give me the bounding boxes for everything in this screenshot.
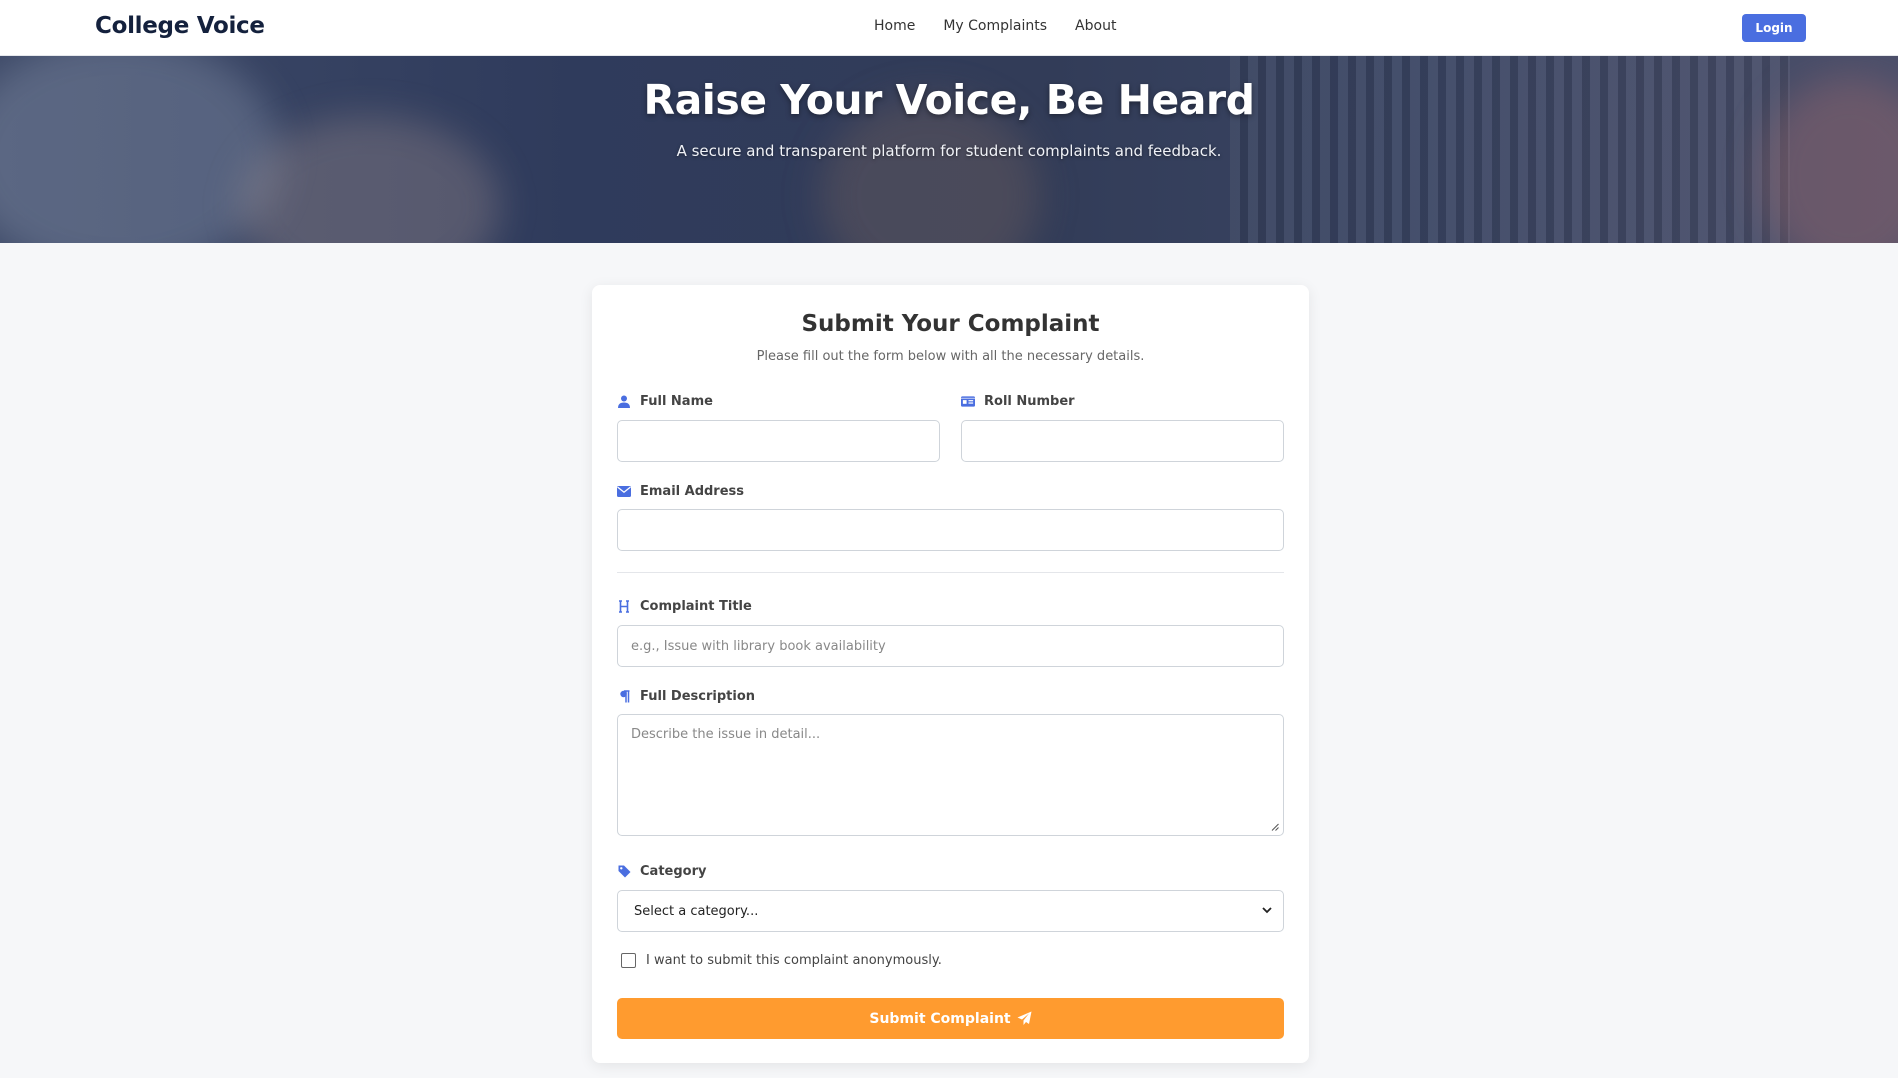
nav-links: Home My Complaints About xyxy=(874,18,1144,34)
email-label-text: Email Address xyxy=(640,484,745,499)
form-title: Submit Your Complaint xyxy=(801,311,1100,337)
brand-logo[interactable]: College Voice xyxy=(95,13,265,39)
chevron-down-icon xyxy=(1262,907,1272,914)
section-divider xyxy=(617,572,1284,573)
anonymous-checkbox[interactable] xyxy=(621,953,636,968)
category-selected-value: Select a category... xyxy=(634,903,759,919)
anonymous-label[interactable]: I want to submit this complaint anonymou… xyxy=(646,953,942,968)
form-subtitle: Please fill out the form below with all … xyxy=(756,349,1145,364)
nav-link-my-complaints[interactable]: My Complaints xyxy=(943,18,1047,34)
tag-icon xyxy=(617,865,631,879)
category-select[interactable]: Select a category... xyxy=(617,890,1284,932)
complaint-title-label-text: Complaint Title xyxy=(640,599,752,614)
nav-link-about[interactable]: About xyxy=(1075,18,1116,34)
paragraph-icon xyxy=(617,690,631,704)
heading-icon xyxy=(617,600,631,614)
email-label: Email Address xyxy=(617,484,744,499)
description-placeholder: Describe the issue in detail... xyxy=(631,727,821,742)
complaint-title-label: Complaint Title xyxy=(617,599,752,614)
submit-button-label: Submit Complaint xyxy=(869,1010,1011,1027)
roll-number-label-text: Roll Number xyxy=(984,394,1075,409)
complaint-title-input[interactable]: e.g., Issue with library book availabili… xyxy=(617,625,1284,667)
hero-title: Raise Your Voice, Be Heard xyxy=(643,76,1255,124)
complaint-form-card: Submit Your Complaint Please fill out th… xyxy=(592,285,1309,1063)
hero-subtitle: A secure and transparent platform for st… xyxy=(676,142,1222,160)
full-name-label-text: Full Name xyxy=(640,394,713,409)
category-label-text: Category xyxy=(640,864,707,879)
full-name-input[interactable] xyxy=(617,420,940,462)
login-button[interactable]: Login xyxy=(1742,14,1806,42)
nav-link-home[interactable]: Home xyxy=(874,18,915,34)
roll-number-label: Roll Number xyxy=(961,394,1075,409)
envelope-icon xyxy=(617,485,631,499)
submit-complaint-button[interactable]: Submit Complaint xyxy=(617,998,1284,1039)
full-name-label: Full Name xyxy=(617,394,713,409)
id-card-icon xyxy=(961,395,975,409)
category-label: Category xyxy=(617,864,706,879)
anonymous-row: I want to submit this complaint anonymou… xyxy=(621,953,942,968)
paper-plane-icon xyxy=(1017,1011,1032,1025)
hero-banner: Raise Your Voice, Be Heard A secure and … xyxy=(0,56,1898,243)
description-label-text: Full Description xyxy=(640,689,756,704)
navbar: College Voice Home My Complaints About L… xyxy=(0,0,1898,56)
roll-number-input[interactable] xyxy=(961,420,1284,462)
user-icon xyxy=(617,395,631,409)
description-label: Full Description xyxy=(617,689,755,704)
email-input[interactable] xyxy=(617,509,1284,551)
description-textarea[interactable]: Describe the issue in detail... xyxy=(617,714,1284,836)
resize-grip-icon[interactable] xyxy=(1271,823,1279,831)
